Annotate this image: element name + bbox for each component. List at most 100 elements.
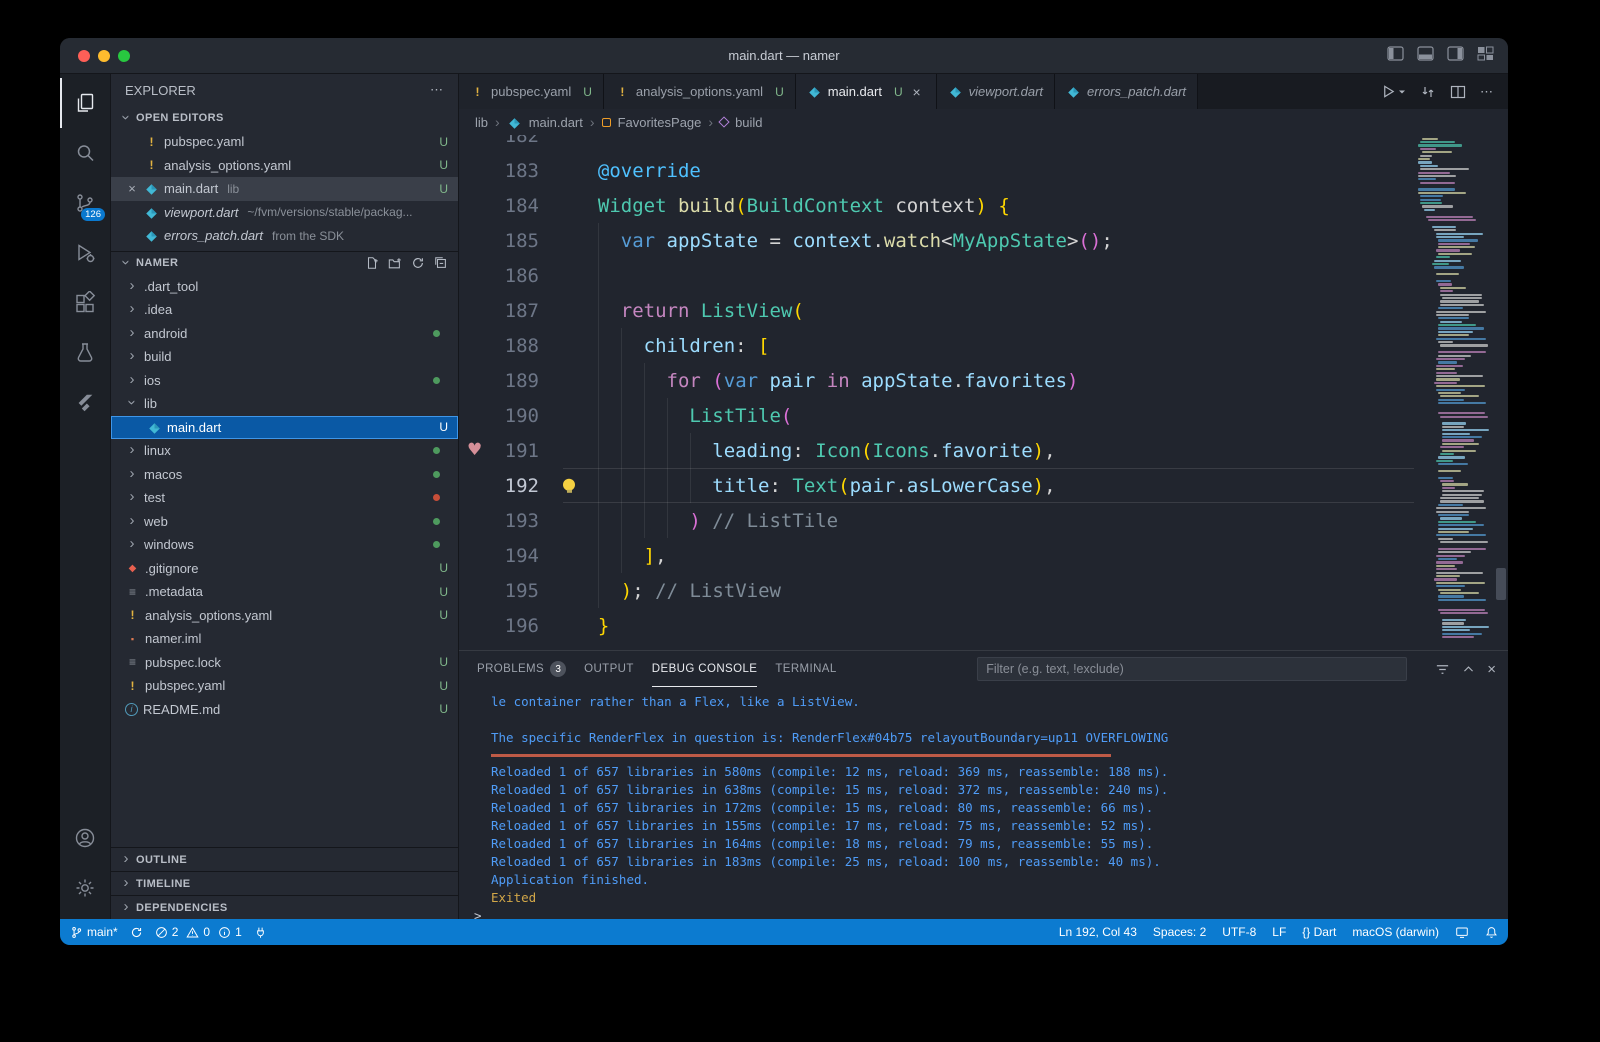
code-line[interactable]: 183 @override xyxy=(459,153,1418,188)
new-folder-icon[interactable] xyxy=(388,256,402,270)
console-filter-input[interactable] xyxy=(977,657,1407,681)
flutter-icon[interactable] xyxy=(60,378,110,428)
accounts-icon[interactable] xyxy=(60,813,110,863)
tree-folder-.dart_tool[interactable]: ›.dart_tool xyxy=(111,275,458,299)
git-branch-indicator[interactable]: main* xyxy=(70,925,118,939)
sync-icon[interactable] xyxy=(130,926,143,939)
tree-file-pubspec.yaml[interactable]: !pubspec.yamlU xyxy=(111,674,458,698)
code-line[interactable]: 182 xyxy=(459,135,1418,153)
tree-file-README.md[interactable]: iREADME.mdU xyxy=(111,698,458,722)
breadcrumb-item[interactable]: main.dart xyxy=(529,115,583,130)
heart-gutter-icon[interactable]: ♥ xyxy=(467,440,482,460)
status-indentation[interactable]: Spaces: 2 xyxy=(1153,925,1206,939)
more-actions-icon[interactable]: ⋯ xyxy=(1480,84,1494,100)
new-file-icon[interactable] xyxy=(365,256,379,270)
run-file-button[interactable] xyxy=(1381,84,1406,99)
tree-folder-build[interactable]: ›build xyxy=(111,345,458,369)
close-editor-icon[interactable]: × xyxy=(125,181,139,196)
section-outline[interactable]: ›OUTLINE xyxy=(111,847,458,871)
tree-file-namer.iml[interactable]: ▪namer.iml xyxy=(111,627,458,651)
status-os[interactable]: macOS (darwin) xyxy=(1352,925,1439,939)
code-line[interactable]: 184 Widget build(BuildContext context) { xyxy=(459,188,1418,223)
code-line[interactable]: 186 xyxy=(459,258,1418,293)
filter-icon[interactable] xyxy=(1435,662,1450,677)
notifications-bell-icon[interactable] xyxy=(1485,926,1498,939)
breadcrumb-item[interactable]: build xyxy=(735,115,762,130)
tree-file-.gitignore[interactable]: ◆.gitignoreU xyxy=(111,557,458,581)
tab-viewport.dart[interactable]: viewport.dart xyxy=(937,74,1055,109)
panel-tab-terminal[interactable]: TERMINAL xyxy=(775,651,836,687)
project-section-header[interactable]: › NAMER xyxy=(111,251,458,275)
panel-tab-problems[interactable]: PROBLEMS3 xyxy=(477,651,566,687)
code-line[interactable]: 185 var appState = context.watch<MyAppSt… xyxy=(459,223,1418,258)
open-editor-analysis_options.yaml[interactable]: !analysis_options.yamlU xyxy=(111,154,458,178)
tree-folder-linux[interactable]: ›linux xyxy=(111,439,458,463)
toggle-sidebar-icon[interactable] xyxy=(1387,46,1404,61)
breadcrumb-item[interactable]: lib xyxy=(475,115,488,130)
close-window-button[interactable] xyxy=(78,50,90,62)
code-line[interactable]: 196 } xyxy=(459,608,1418,643)
tab-pubspec.yaml[interactable]: !pubspec.yamlU xyxy=(459,74,604,109)
zoom-window-button[interactable] xyxy=(118,50,130,62)
tab-errors_patch.dart[interactable]: errors_patch.dart xyxy=(1055,74,1198,109)
open-editor-viewport.dart[interactable]: viewport.dart~/fvm/versions/stable/packa… xyxy=(111,201,458,225)
tree-folder-.idea[interactable]: ›.idea xyxy=(111,298,458,322)
status-cursor-position[interactable]: Ln 192, Col 43 xyxy=(1059,925,1137,939)
tree-folder-android[interactable]: ›android xyxy=(111,322,458,346)
customize-layout-icon[interactable] xyxy=(1477,46,1494,61)
section-timeline[interactable]: ›TIMELINE xyxy=(111,871,458,895)
source-control-icon[interactable]: 126 xyxy=(60,178,110,228)
collapse-folders-icon[interactable] xyxy=(434,256,448,270)
code-editor[interactable]: 182183 @override184 Widget build(BuildCo… xyxy=(459,135,1508,650)
open-editor-main.dart[interactable]: ×main.dartlibU xyxy=(111,177,458,201)
search-icon[interactable] xyxy=(60,128,110,178)
tree-folder-windows[interactable]: ›windows xyxy=(111,533,458,557)
code-line[interactable]: ♥191 leading: Icon(Icons.favorite), xyxy=(459,433,1418,468)
tree-file-pubspec.lock[interactable]: ≡pubspec.lockU xyxy=(111,651,458,675)
tree-folder-lib[interactable]: ›lib xyxy=(111,392,458,416)
status-encoding[interactable]: UTF-8 xyxy=(1222,925,1256,939)
debug-plug-icon[interactable] xyxy=(254,926,267,939)
extensions-icon[interactable] xyxy=(60,278,110,328)
minimap[interactable] xyxy=(1418,135,1494,650)
tree-file-.metadata[interactable]: ≡.metadataU xyxy=(111,580,458,604)
code-line[interactable]: 193 ) // ListTile xyxy=(459,503,1418,538)
scrollbar-thumb[interactable] xyxy=(1496,568,1506,600)
minimize-window-button[interactable] xyxy=(98,50,110,62)
settings-gear-icon[interactable] xyxy=(60,863,110,913)
tree-file-main.dart[interactable]: main.dartU xyxy=(111,416,458,440)
code-line[interactable]: 190 ListTile( xyxy=(459,398,1418,433)
close-panel-icon[interactable]: × xyxy=(1487,661,1496,678)
open-editor-pubspec.yaml[interactable]: !pubspec.yamlU xyxy=(111,130,458,154)
console-input-prompt[interactable]: > xyxy=(474,907,1508,919)
toggle-panel-icon[interactable] xyxy=(1417,46,1434,61)
explorer-icon[interactable] xyxy=(60,78,110,128)
tab-analysis_options.yaml[interactable]: !analysis_options.yamlU xyxy=(604,74,796,109)
open-changes-icon[interactable] xyxy=(1420,84,1436,100)
tree-folder-ios[interactable]: ›ios xyxy=(111,369,458,393)
panel-tab-output[interactable]: OUTPUT xyxy=(584,651,634,687)
panel-tab-debug-console[interactable]: DEBUG CONSOLE xyxy=(652,651,758,687)
open-editors-header[interactable]: › OPEN EDITORS xyxy=(111,106,458,130)
code-line[interactable]: 189 for (var pair in appState.favorites) xyxy=(459,363,1418,398)
tree-file-analysis_options.yaml[interactable]: !analysis_options.yamlU xyxy=(111,604,458,628)
code-line[interactable]: 192 title: Text(pair.asLowerCase), xyxy=(459,468,1418,503)
status-language-mode[interactable]: {} Dart xyxy=(1302,925,1336,939)
explorer-more-actions-icon[interactable]: ⋯ xyxy=(430,82,444,98)
breadcrumb-item[interactable]: FavoritesPage xyxy=(618,115,702,130)
status-eol[interactable]: LF xyxy=(1272,925,1286,939)
titlebar[interactable]: main.dart — namer xyxy=(60,38,1508,74)
editor-scrollbar[interactable] xyxy=(1494,135,1508,650)
chevron-up-icon[interactable] xyxy=(1462,663,1475,676)
tree-folder-test[interactable]: ›test xyxy=(111,486,458,510)
run-debug-icon[interactable] xyxy=(60,228,110,278)
tab-main.dart[interactable]: main.dartU× xyxy=(796,74,937,109)
open-editor-errors_patch.dart[interactable]: errors_patch.dartfrom the SDK xyxy=(111,224,458,248)
code-line[interactable]: 187 return ListView( xyxy=(459,293,1418,328)
testing-icon[interactable] xyxy=(60,328,110,378)
refresh-icon[interactable] xyxy=(411,256,425,270)
section-dependencies[interactable]: ›DEPENDENCIES xyxy=(111,895,458,919)
toggle-secondary-sidebar-icon[interactable] xyxy=(1447,46,1464,61)
remote-icon[interactable] xyxy=(1455,926,1469,939)
code-line[interactable]: 188 children: [ xyxy=(459,328,1418,363)
